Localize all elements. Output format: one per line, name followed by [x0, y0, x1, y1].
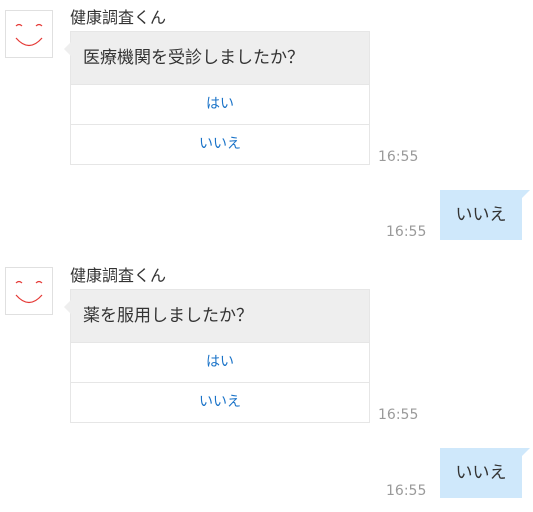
- message-time: 16:55: [386, 224, 427, 240]
- smiley-face-icon: [15, 280, 43, 304]
- option-yes-button[interactable]: はい: [71, 84, 369, 124]
- bot-question: 薬を服用しましたか？: [71, 290, 369, 342]
- bot-name: 健康調査くん: [70, 8, 167, 27]
- message-time: 16:55: [378, 149, 419, 165]
- user-reply-text: いいえ: [455, 463, 507, 483]
- bot-avatar: [5, 267, 53, 315]
- user-reply-bubble: いいえ: [440, 190, 530, 240]
- message-time: 16:55: [378, 407, 419, 423]
- bot-question-card: 薬を服用しましたか？ はい いいえ: [64, 289, 370, 423]
- bot-question: 医療機関を受診しましたか？: [71, 32, 369, 84]
- user-reply-text: いいえ: [455, 205, 507, 225]
- bot-question-card: 医療機関を受診しましたか？ はい いいえ: [64, 31, 370, 165]
- option-no-button[interactable]: いいえ: [71, 124, 369, 164]
- smiley-face-icon: [15, 23, 43, 47]
- user-reply-bubble: いいえ: [440, 448, 530, 498]
- option-no-button[interactable]: いいえ: [71, 382, 369, 422]
- bot-name: 健康調査くん: [70, 266, 167, 285]
- option-yes-button[interactable]: はい: [71, 342, 369, 382]
- bot-avatar: [5, 10, 53, 58]
- message-time: 16:55: [386, 483, 427, 499]
